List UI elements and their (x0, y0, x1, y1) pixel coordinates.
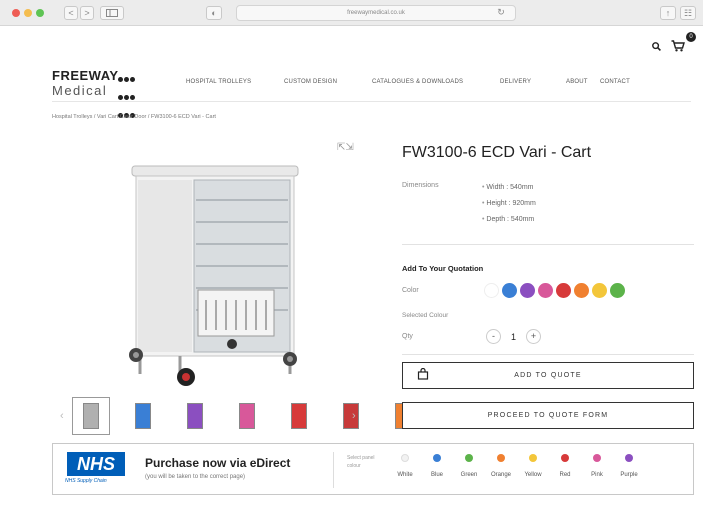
thumbnail-prev-arrow[interactable]: ‹ (60, 410, 64, 422)
quantity-increase-button[interactable]: + (526, 329, 542, 344)
cart-count-badge: 0 (686, 32, 696, 42)
dimension-depth: Depth : 540mm (482, 212, 536, 228)
forward-button[interactable]: > (80, 6, 94, 20)
nhs-colour-label: Pink (591, 472, 603, 478)
nhs-colour-white[interactable]: White (389, 454, 421, 478)
nhs-colour-label: Blue (430, 472, 443, 478)
nhs-supply-chain-label: NHS Supply Chain (65, 478, 107, 484)
nav-hospital-trolleys[interactable]: HOSPITAL TROLLEYS (186, 79, 251, 85)
section-divider (402, 244, 694, 245)
swatch-blue[interactable] (502, 283, 517, 298)
search-icon[interactable] (652, 42, 661, 51)
product-image[interactable] (120, 160, 310, 395)
thumbnail-red-2[interactable] (332, 397, 370, 435)
nhs-colour-blue[interactable]: Blue (421, 454, 453, 478)
nhs-purchase-description: (you will be taken to the correct page) (145, 474, 246, 480)
thumbnail-grey[interactable] (72, 397, 110, 435)
dimensions-list: Width : 540mm Height : 920mm Depth : 540… (482, 180, 536, 228)
swatch-yellow[interactable] (592, 283, 607, 298)
swatch-pink[interactable] (538, 283, 553, 298)
browser-toolbar: < > ◐ freewaymedical.co.uk ↻ ↑ ☷ (0, 0, 703, 26)
maximize-window-button[interactable] (36, 9, 44, 17)
swatch-green[interactable] (610, 283, 625, 298)
color-swatches (484, 283, 625, 298)
nhs-logo: NHS (67, 452, 125, 476)
nhs-colour-purple[interactable]: Purple (613, 454, 645, 478)
swatch-purple[interactable] (520, 283, 535, 298)
product-title: FW3100-6 ECD Vari - Cart (402, 144, 592, 161)
reload-icon[interactable]: ↻ (494, 6, 508, 20)
nhs-edirect-banner[interactable]: NHS NHS Supply Chain Purchase now via eD… (52, 443, 694, 495)
nhs-purchase-title[interactable]: Purchase now via eDirect (145, 456, 290, 470)
logo-text-freeway: FREEWAY (52, 68, 119, 83)
quantity-decrease-button[interactable]: - (486, 329, 501, 344)
add-to-quotation-heading: Add To Your Quotation (402, 264, 484, 273)
close-window-button[interactable] (12, 9, 20, 17)
add-to-quote-label: ADD TO QUOTE (514, 372, 582, 379)
privacy-icon[interactable]: ◐ (206, 6, 222, 20)
nav-contact[interactable]: CONTACT (600, 79, 630, 85)
nhs-colour-options: White Blue Green Orange Yellow Red Pink … (389, 454, 645, 478)
select-panel-colour-label: Select panel colour (347, 455, 375, 469)
dimensions-label: Dimensions (402, 182, 439, 189)
dimension-width: Width : 540mm (482, 180, 536, 196)
quantity-label: Qty (402, 333, 413, 340)
header-divider (52, 101, 691, 102)
nhs-colour-label: Purple (620, 472, 638, 478)
nhs-colour-orange[interactable]: Orange (485, 454, 517, 478)
nav-catalogues-downloads[interactable]: CATALOGUES & DOWNLOADS (372, 79, 463, 85)
logo-text-medical: Medical (52, 83, 108, 98)
swatch-white[interactable] (484, 283, 499, 298)
share-icon[interactable]: ↑ (660, 6, 676, 20)
nhs-colour-label: Green (460, 472, 478, 478)
tabs-icon[interactable]: ☷ (680, 6, 696, 20)
nhs-divider (333, 452, 334, 488)
nav-delivery[interactable]: DELIVERY (500, 79, 531, 85)
nhs-colour-label: Yellow (524, 472, 542, 478)
swatch-red[interactable] (556, 283, 571, 298)
quantity-value[interactable]: 1 (511, 332, 516, 342)
nhs-colour-red[interactable]: Red (549, 454, 581, 478)
thumbnail-pink[interactable] (228, 397, 266, 435)
dimension-height: Height : 920mm (482, 196, 535, 212)
cart-icon[interactable] (671, 40, 685, 52)
back-button[interactable]: < (64, 6, 78, 20)
quantity-stepper: - 1 + (486, 329, 542, 344)
thumbnail-strip (72, 397, 422, 435)
bag-icon (417, 368, 429, 380)
address-bar[interactable]: freewaymedical.co.uk (236, 5, 516, 21)
nhs-colour-label: Red (559, 472, 571, 478)
color-label: Color (402, 287, 419, 294)
nhs-colour-green[interactable]: Green (453, 454, 485, 478)
add-to-quote-button[interactable]: ADD TO QUOTE (402, 362, 694, 389)
nav-custom-design[interactable]: CUSTOM DESIGN (284, 79, 337, 85)
selected-colour-label: Selected Colour (402, 312, 449, 319)
nav-about[interactable]: ABOUT (566, 79, 588, 85)
thumbnail-purple[interactable] (176, 397, 214, 435)
nhs-colour-label: White (397, 472, 413, 478)
thumbnail-swatch (83, 403, 99, 429)
swatch-orange[interactable] (574, 283, 589, 298)
breadcrumb[interactable]: Hospital Trolleys / Vari Cart Clear Door… (52, 114, 216, 120)
nhs-colour-yellow[interactable]: Yellow (517, 454, 549, 478)
nhs-colour-pink[interactable]: Pink (581, 454, 613, 478)
thumbnail-red[interactable] (280, 397, 318, 435)
expand-image-icon[interactable]: ⇱⇲ (337, 142, 354, 153)
sidebar-toggle-button[interactable] (100, 6, 124, 20)
section-divider (402, 354, 694, 355)
freeway-medical-logo[interactable]: FREEWAY Medical (52, 68, 119, 98)
thumbnail-blue[interactable] (124, 397, 162, 435)
thumbnail-next-arrow[interactable]: › (352, 410, 356, 422)
nhs-colour-label: Orange (490, 472, 511, 478)
proceed-to-quote-form-button[interactable]: PROCEED TO QUOTE FORM (402, 402, 694, 429)
minimize-window-button[interactable] (24, 9, 32, 17)
